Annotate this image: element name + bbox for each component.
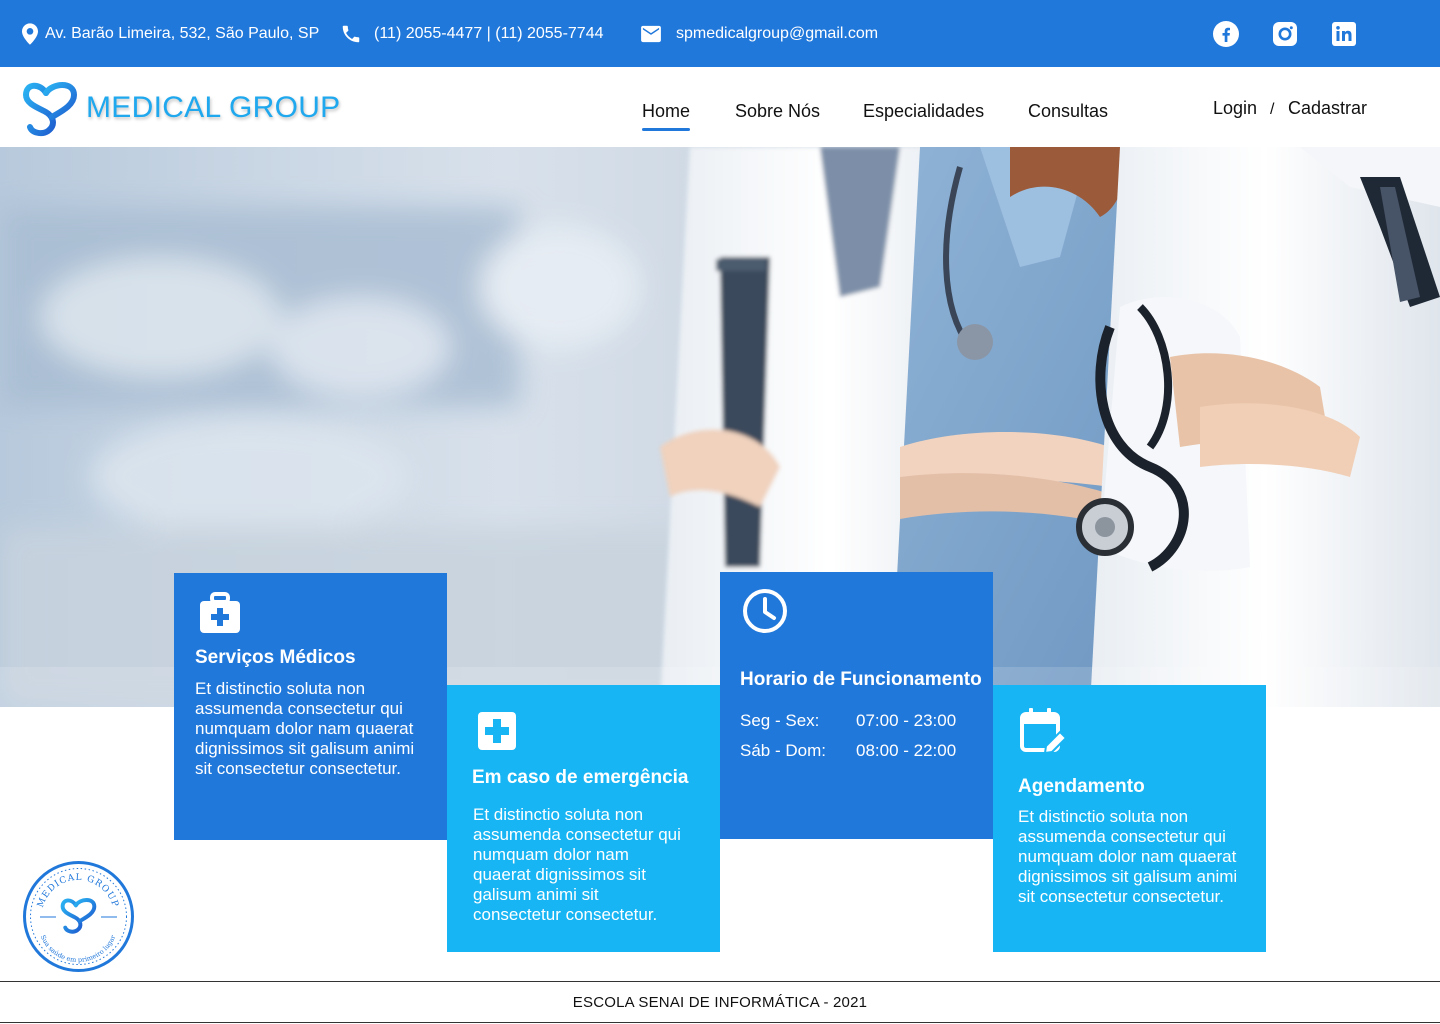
phone-info: (11) 2055-4477 | (11) 2055-7744 [340,0,604,67]
card-horario: Horario de Funcionamento Seg - Sex: 07:0… [720,572,993,839]
card-title: Agendamento [1018,776,1145,797]
footer: ESCOLA SENAI DE INFORMÁTICA - 2021 [0,981,1440,1023]
email-info[interactable]: spmedicalgroup@gmail.com [640,0,878,67]
instagram-link[interactable] [1272,21,1298,47]
main-header: MEDICAL GROUP Home Sobre Nós Especialida… [0,67,1440,147]
mail-icon [641,25,661,42]
cadastrar-link[interactable]: Cadastrar [1288,98,1367,119]
nav-especialidades[interactable]: Especialidades [863,101,984,122]
nav-home[interactable]: Home [642,101,691,131]
card-emergencia: Em caso de emergência Et distinctio solu… [447,685,720,952]
card-servicos-medicos: Serviços Médicos Et distinctio soluta no… [174,573,447,840]
logo-text[interactable]: MEDICAL GROUP [86,91,341,125]
facebook-link[interactable] [1213,21,1239,47]
auth-separator: / [1270,101,1275,118]
phone-icon [342,25,360,42]
card-title: Serviços Médicos [195,647,356,668]
hours-time: 08:00 - 22:00 [856,741,957,760]
medical-cross-icon [477,711,517,756]
card-text: Et distinctio soluta non assumenda conse… [473,805,681,924]
medical-bag-icon [198,591,242,640]
address-info: Av. Barão Limeira, 532, São Paulo, SP [22,0,319,67]
hours-time: 07:00 - 23:00 [856,711,957,730]
login-link[interactable]: Login [1213,98,1257,119]
top-contact-bar: Av. Barão Limeira, 532, São Paulo, SP (1… [0,0,1440,67]
phone-text: (11) 2055-4477 | (11) 2055-7744 [374,24,604,42]
linkedin-icon [1332,22,1356,46]
card-title: Em caso de emergência [472,767,689,788]
logo-heart-icon[interactable] [22,79,78,137]
hours-days: Sáb - Dom: [740,741,826,760]
instagram-icon [1273,22,1297,46]
nav-consultas[interactable]: Consultas [1028,101,1108,122]
email-text[interactable]: spmedicalgroup@gmail.com [676,25,878,43]
medical-group-seal: MEDICAL GROUP Sua saúde em primeiro luga… [22,860,135,973]
footer-text: ESCOLA SENAI DE INFORMÁTICA - 2021 [572,993,868,1011]
facebook-icon [1213,21,1239,47]
card-title: Horario de Funcionamento [740,669,982,690]
nav-sobre-nos[interactable]: Sobre Nós [735,101,820,122]
map-pin-icon [22,22,38,45]
card-text: Et distinctio soluta non assumenda conse… [1018,807,1238,906]
address-text: Av. Barão Limeira, 532, São Paulo, SP [45,24,320,42]
linkedin-link[interactable] [1331,21,1357,47]
calendar-edit-icon [1019,707,1069,762]
card-text: Et distinctio soluta non assumenda conse… [195,679,415,778]
card-agendamento: Agendamento Et distinctio soluta non ass… [993,685,1266,952]
clock-icon [742,588,788,639]
hours-days: Seg - Sex: [740,711,820,730]
